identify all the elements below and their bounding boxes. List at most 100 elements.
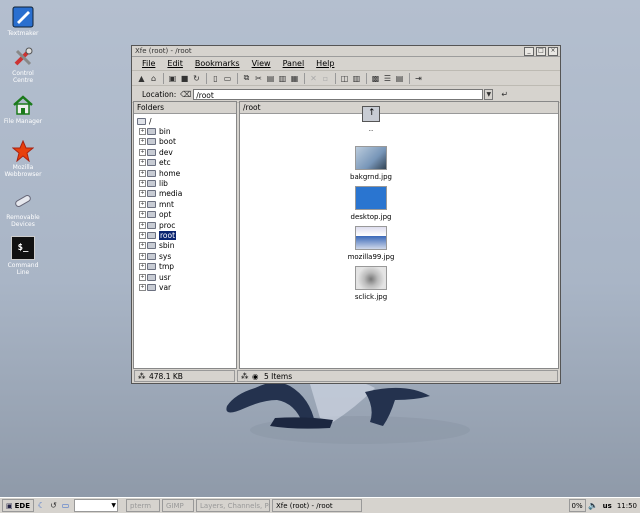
tree-item-proc[interactable]: + proc: [139, 220, 236, 230]
desktop-icon-removable-devices[interactable]: Removable Devices: [2, 190, 44, 228]
desktop-icon-textmaker[interactable]: Textmaker: [2, 6, 44, 37]
filter-icon[interactable]: ⁂: [241, 371, 249, 383]
expand-icon[interactable]: +: [139, 273, 146, 281]
copy-icon[interactable]: ⧉: [241, 73, 252, 84]
rename-icon[interactable]: ▥: [277, 73, 288, 84]
tree-item-etc[interactable]: + etc: [139, 158, 236, 168]
file-item-sclick[interactable]: sclick.jpg: [341, 266, 401, 301]
file-item-bakgrnd[interactable]: bakgrnd.jpg: [341, 146, 401, 181]
tree-item-bin[interactable]: + bin: [139, 126, 236, 136]
tree-item-var[interactable]: + var: [139, 282, 236, 292]
desktop-icon-control-centre[interactable]: Control Centre: [2, 46, 44, 84]
paste-icon[interactable]: ▤: [265, 73, 276, 84]
expand-icon[interactable]: +: [139, 190, 146, 198]
task-pterm[interactable]: pterm: [126, 499, 160, 512]
desktop-icon-file-manager[interactable]: File Manager: [2, 94, 44, 125]
toolbar-separator: [304, 72, 305, 84]
trash-icon[interactable]: ▫: [320, 73, 331, 84]
maximize-button[interactable]: □: [536, 46, 546, 56]
folder-icon: [147, 180, 156, 188]
quicklaunch-desktop-icon[interactable]: ▭: [60, 500, 71, 511]
desktop-icon-command-line[interactable]: $_ Command Line: [2, 236, 44, 276]
expand-icon[interactable]: +: [139, 283, 146, 291]
tree-item-opt[interactable]: + opt: [139, 210, 236, 220]
tree-item-home[interactable]: + home: [139, 168, 236, 178]
expand-icon[interactable]: +: [139, 138, 146, 146]
tree-item-label: boot: [159, 137, 176, 147]
one-panel-icon[interactable]: ◫: [339, 73, 350, 84]
tree-item-dev[interactable]: + dev: [139, 147, 236, 157]
tree-item-root[interactable]: + root: [139, 230, 236, 240]
tree-item-media[interactable]: + media: [139, 189, 236, 199]
go-up-icon[interactable]: ▲: [136, 73, 147, 84]
location-dropdown-icon[interactable]: ▼: [484, 88, 494, 100]
volume-icon[interactable]: 🔈: [588, 500, 599, 511]
terminal-icon[interactable]: ■: [179, 73, 190, 84]
go-location-icon[interactable]: ↵: [499, 89, 510, 100]
file-item-updir[interactable]: ↑ ..: [341, 106, 401, 133]
expand-icon[interactable]: +: [139, 148, 146, 156]
minimize-button[interactable]: _: [524, 46, 534, 56]
delete-icon[interactable]: ✕: [308, 73, 319, 84]
task-gimp-layers[interactable]: Layers, Channels, Pa: [196, 499, 270, 512]
tree-item-mnt[interactable]: + mnt: [139, 199, 236, 209]
clear-location-icon[interactable]: ⌫: [180, 89, 191, 100]
big-icons-view-icon[interactable]: ▩: [370, 73, 381, 84]
file-item-mozilla99[interactable]: mozilla99.jpg: [341, 226, 401, 261]
task-gimp[interactable]: GIMP: [162, 499, 194, 512]
desktop-icon-mozilla[interactable]: Mozilla Webbrowser: [2, 140, 44, 178]
quicklaunch-files-icon[interactable]: ↺: [48, 500, 59, 511]
tree-item-boot[interactable]: + boot: [139, 137, 236, 147]
list-view-icon[interactable]: ☰: [382, 73, 393, 84]
tree-item-sys[interactable]: + sys: [139, 251, 236, 261]
detail-view-icon[interactable]: ▤: [394, 73, 405, 84]
window-titlebar[interactable]: Xfe (root) - /root _ □ ×: [132, 46, 560, 57]
tree-item-sbin[interactable]: + sbin: [139, 241, 236, 251]
home-icon[interactable]: ⌂: [148, 73, 159, 84]
expand-icon[interactable]: +: [139, 211, 146, 219]
toolbar-separator: [335, 72, 336, 84]
menu-help[interactable]: Help: [316, 59, 334, 68]
folders-header[interactable]: Folders: [134, 102, 236, 114]
filter-icon[interactable]: ⁂: [138, 371, 146, 383]
close-button[interactable]: ×: [548, 46, 558, 56]
expand-icon[interactable]: +: [139, 200, 146, 208]
workspace-select[interactable]: ▼: [74, 499, 118, 512]
task-xfe[interactable]: Xfe (root) - /root: [272, 499, 362, 512]
tree-item-usr[interactable]: + usr: [139, 272, 236, 282]
menu-panel[interactable]: Panel: [283, 59, 305, 68]
expand-icon[interactable]: +: [139, 263, 146, 271]
cut-icon[interactable]: ✂: [253, 73, 264, 84]
file-item-desktop[interactable]: desktop.jpg: [341, 186, 401, 221]
hidden-files-eye-icon[interactable]: ◉: [252, 371, 259, 383]
new-folder-icon[interactable]: ▭: [222, 73, 233, 84]
menu-bookmarks[interactable]: Bookmarks: [195, 59, 240, 68]
file-name: ..: [368, 125, 374, 133]
expand-icon[interactable]: +: [139, 231, 146, 239]
expand-icon[interactable]: +: [139, 242, 146, 250]
expand-icon[interactable]: +: [139, 252, 146, 260]
expand-icon[interactable]: +: [139, 221, 146, 229]
tree-item-lib[interactable]: + lib: [139, 178, 236, 188]
desktop-icon-label: Command Line: [7, 262, 39, 276]
new-file-icon[interactable]: ▯: [210, 73, 221, 84]
tree-root[interactable]: /: [137, 116, 236, 126]
keyboard-layout[interactable]: us: [603, 502, 612, 510]
location-input[interactable]: /root: [193, 88, 484, 100]
expand-icon[interactable]: +: [139, 169, 146, 177]
quicklaunch-browser-icon[interactable]: ☾: [36, 500, 47, 511]
menu-file[interactable]: File: [142, 59, 155, 68]
properties-icon[interactable]: ▦: [289, 73, 300, 84]
two-panels-icon[interactable]: ▥: [351, 73, 362, 84]
menu-view[interactable]: View: [252, 59, 271, 68]
desktop-icon-label: Textmaker: [7, 30, 39, 37]
tree-item-tmp[interactable]: + tmp: [139, 261, 236, 271]
start-menu-button[interactable]: ▣ EDE: [2, 499, 34, 512]
refresh-icon[interactable]: ↻: [191, 73, 202, 84]
expand-icon[interactable]: +: [139, 180, 146, 188]
quit-icon[interactable]: ⇥: [413, 73, 424, 84]
expand-icon[interactable]: +: [139, 128, 146, 136]
menu-edit[interactable]: Edit: [167, 59, 183, 68]
expand-icon[interactable]: +: [139, 159, 146, 167]
new-window-icon[interactable]: ▣: [167, 73, 178, 84]
